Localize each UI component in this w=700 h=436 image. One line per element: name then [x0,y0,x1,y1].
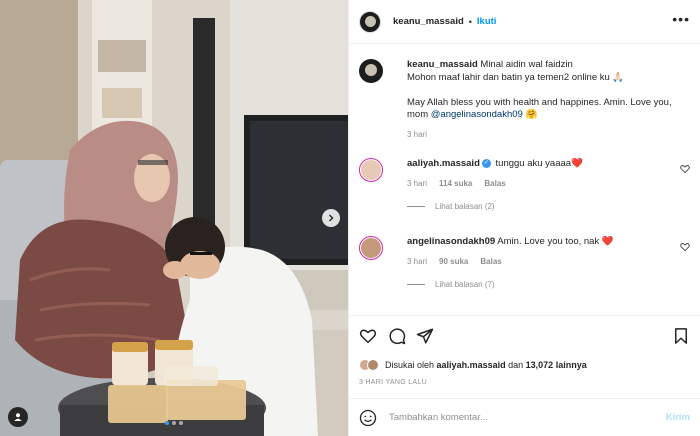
caption-line2: Mohon maaf lahir dan batin ya temen2 onl… [407,71,625,83]
comment-username[interactable]: angelinasondakh09 [407,236,495,247]
likes-user-link[interactable]: aaliyah.massaid [437,360,506,370]
bookmark-icon[interactable] [672,327,690,345]
comment-like-heart-icon[interactable] [680,164,690,174]
post-date[interactable]: 3 HARI YANG LALU [359,379,427,386]
chevron-right-icon [329,214,334,222]
view-replies-link[interactable]: Lihat balasan (7) [407,280,690,289]
comment-body: Amin. Love you too, nak ❤️ [497,236,614,247]
avatar[interactable] [359,158,383,182]
action-bar [349,315,700,357]
comment-text: aaliyah.massaid ✓ tunggu aku yaaaa❤️ [407,158,690,171]
carousel-dots [0,421,348,425]
caption-username[interactable]: keanu_massaid [407,59,478,70]
comment-time[interactable]: 3 hari [407,257,427,266]
heart-icon[interactable] [359,327,377,345]
caption-text: keanu_massaid Minal aidin wal faidzin Mo… [407,59,690,122]
header-username[interactable]: keanu_massaid [393,16,464,27]
carousel-dot [172,421,176,425]
view-replies-link[interactable]: Lihat balasan (2) [407,202,690,211]
comments-area[interactable]: keanu_massaid Minal aidin wal faidzin Mo… [349,45,700,315]
carousel-next-button[interactable] [322,209,340,227]
comment-input[interactable] [389,412,666,423]
likes-count[interactable]: 13,072 [526,360,554,370]
comment-icon[interactable] [388,327,406,345]
caption-time[interactable]: 3 hari [407,130,427,139]
comment-text: angelinasondakh09 Amin. Love you too, na… [407,236,690,249]
verified-badge-icon: ✓ [481,158,491,168]
header-separator: • [468,16,472,27]
likes-summary: Disukai oleh aaliyah.massaid dan 13,072 … [359,356,690,374]
caption-meta: 3 hari [407,130,690,139]
post-photo[interactable] [0,0,348,436]
comment-time[interactable]: 3 hari [407,179,427,188]
more-horizontal-icon[interactable]: ••• [672,12,690,26]
comment-like-heart-icon[interactable] [680,242,690,252]
caption-emoji: 🤗 [525,109,538,120]
caption-line1: Minal aidin wal faidzin [480,59,573,70]
emoji-icon[interactable] [359,409,377,427]
follow-button[interactable]: Ikuti [477,16,497,27]
photo-illustration [0,0,348,436]
comment-likes[interactable]: 90 suka [439,257,468,266]
avatar [367,359,379,371]
comment-item: aaliyah.massaid ✓ tunggu aku yaaaa❤️ 3 ha… [359,158,690,211]
avatar[interactable] [359,236,383,260]
reply-button[interactable]: Balas [484,179,505,188]
avatar[interactable] [359,10,381,33]
carousel-dot [165,421,169,425]
post-comment-button[interactable]: Kirim [666,412,690,423]
comment-meta: 3 hari 114 suka Balas [407,179,690,188]
comment-username[interactable]: aaliyah.massaid [407,158,480,169]
caption-mention-link[interactable]: @angelinasondakh09 [431,109,523,120]
comment-body: tunggu aku yaaaa❤️ [495,158,583,169]
comment-likes[interactable]: 114 suka [439,179,472,188]
reply-button[interactable]: Balas [480,257,501,266]
likes-middle: dan [508,360,524,370]
likes-prefix: Disukai oleh [385,360,435,370]
likes-suffix[interactable]: lainnya [556,360,587,370]
comment-composer: Kirim [349,398,700,436]
avatar[interactable] [359,59,383,83]
share-icon[interactable] [416,327,434,345]
caption: keanu_massaid Minal aidin wal faidzin Mo… [359,59,690,139]
post-side-panel: keanu_massaid • Ikuti ••• keanu_massaid … [348,0,700,436]
carousel-dot [179,421,183,425]
comment-meta: 3 hari 90 suka Balas [407,257,690,266]
post-header: keanu_massaid • Ikuti ••• [349,0,700,44]
comment-item: angelinasondakh09 Amin. Love you too, na… [359,236,690,289]
